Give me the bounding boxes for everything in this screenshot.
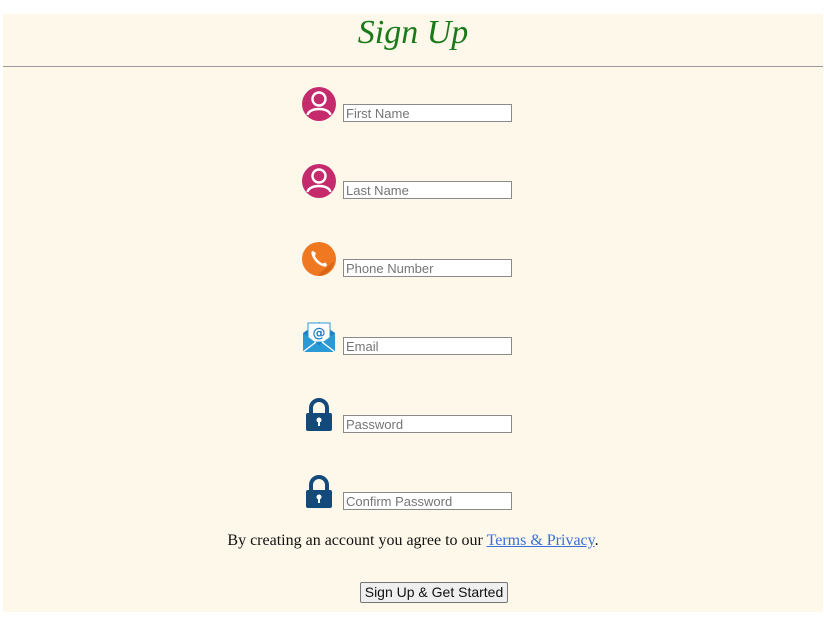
lock-icon: [301, 397, 337, 433]
agreement-text: By creating an account you agree to our: [227, 532, 487, 549]
password-input[interactable]: [343, 415, 512, 433]
lock-icon: [301, 474, 337, 510]
email-row: @: [301, 319, 521, 359]
page-title: Sign Up: [357, 14, 469, 51]
first-name-row: [301, 86, 521, 126]
terms-agreement: By creating an account you agree to our …: [3, 532, 823, 550]
signup-page: Sign Up First Name Last Name Phone Numbe…: [3, 14, 823, 612]
signup-submit-button[interactable]: Sign Up & Get Started: [360, 582, 508, 603]
last-name-input[interactable]: [343, 181, 512, 199]
first-name-input[interactable]: [343, 104, 512, 122]
user-icon: [301, 86, 337, 122]
user-icon: [301, 163, 337, 199]
phone-number-row: [301, 241, 521, 281]
phone-number-input[interactable]: [343, 259, 512, 277]
last-name-row: [301, 163, 521, 203]
email-icon: @: [301, 319, 337, 355]
confirm-password-input[interactable]: [343, 492, 512, 510]
phone-icon: [301, 241, 337, 277]
title-divider: [3, 66, 823, 67]
svg-text:@: @: [313, 326, 326, 341]
confirm-password-row: [301, 474, 521, 514]
agreement-period: .: [594, 532, 599, 549]
password-row: [301, 397, 521, 437]
terms-privacy-link[interactable]: Terms & Privacy: [487, 532, 595, 549]
email-input[interactable]: [343, 337, 512, 355]
